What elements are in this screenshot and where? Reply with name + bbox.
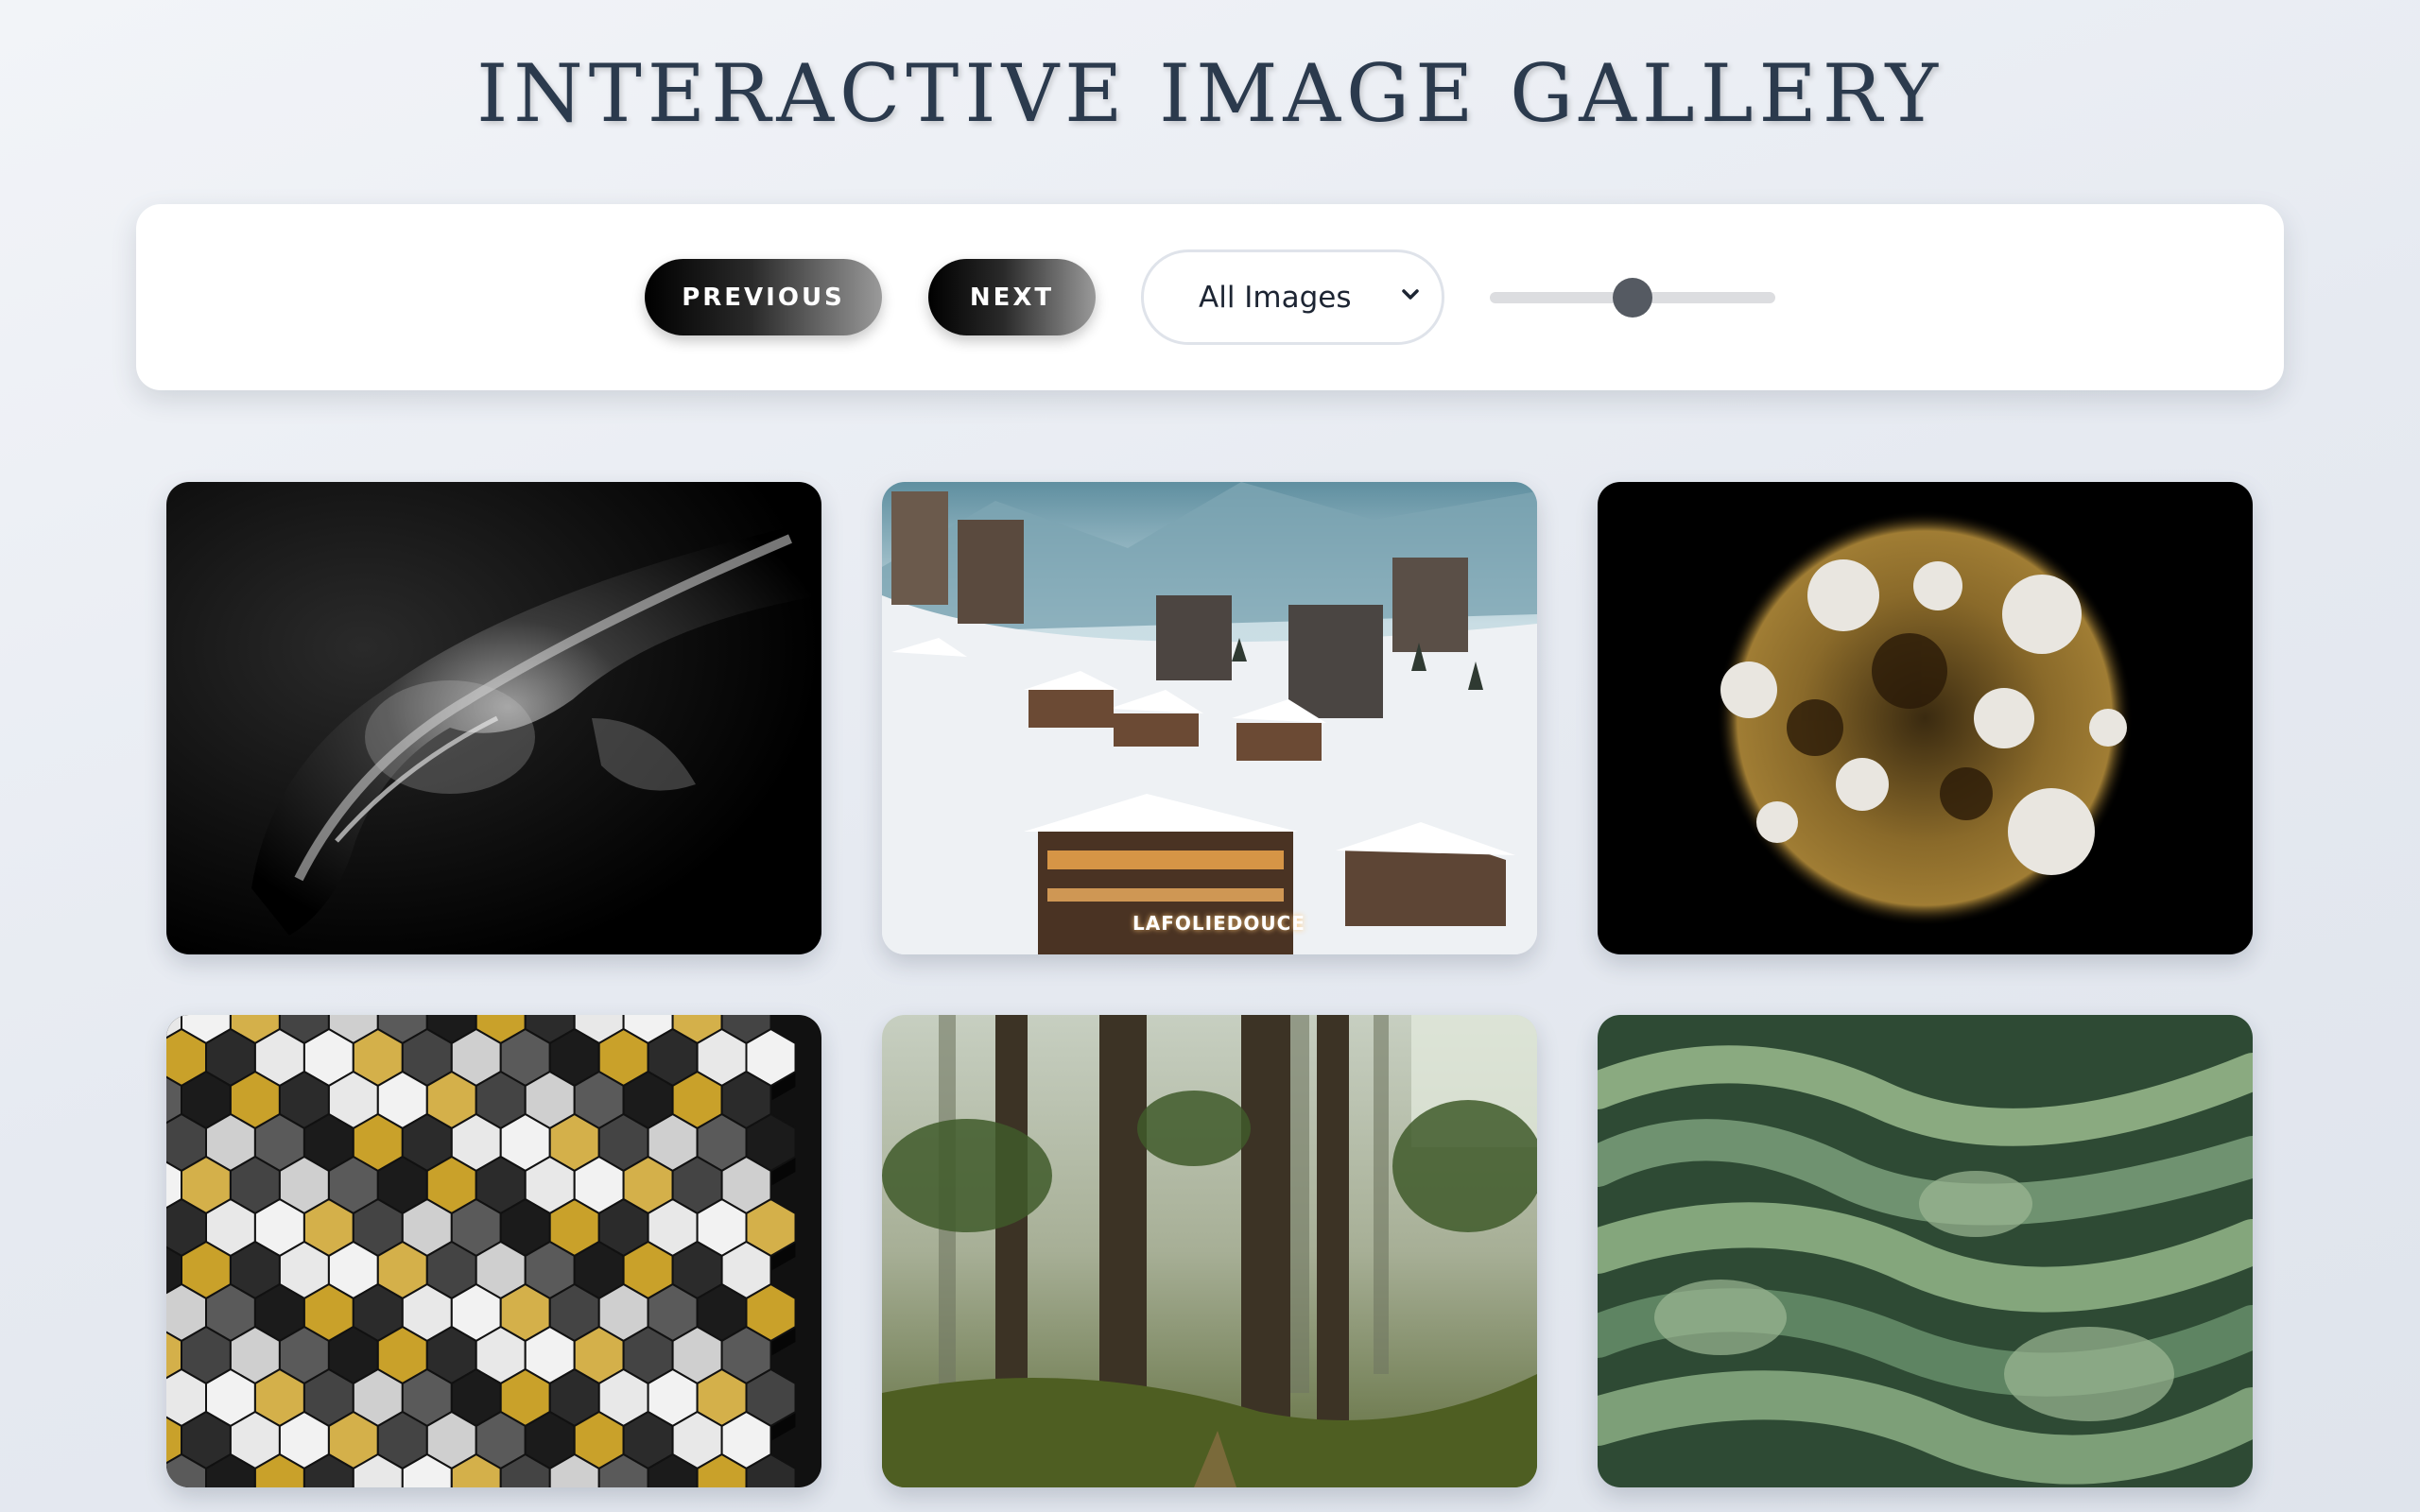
next-button[interactable]: NEXT [928, 259, 1096, 335]
redwood-forest-image [882, 1015, 1537, 1487]
slider-thumb[interactable] [1613, 278, 1652, 318]
gallery-image-ribbons[interactable] [1598, 1015, 2253, 1487]
controls-panel: PREVIOUS NEXT All Images [136, 204, 2284, 390]
size-slider[interactable] [1490, 273, 1775, 320]
category-select-value: All Images [1199, 281, 1352, 315]
gallery-image-ski-village[interactable]: LAFOLIEDOUCE [882, 482, 1537, 954]
gallery-image-earth[interactable] [166, 482, 821, 954]
category-select[interactable]: All Images [1141, 249, 1444, 345]
ski-village-sign: LAFOLIEDOUCE [1132, 912, 1305, 935]
previous-button[interactable]: PREVIOUS [645, 259, 882, 335]
earth-night-image [166, 482, 821, 954]
ski-village-image: LAFOLIEDOUCE [882, 482, 1537, 954]
page-title: INTERACTIVE IMAGE GALLERY [476, 47, 1944, 140]
gallery-image-forest[interactable] [882, 1015, 1537, 1487]
hexagon-pillars-image [166, 1015, 821, 1487]
chevron-down-icon [1402, 289, 1419, 300]
gallery-image-particle-sphere[interactable] [1598, 482, 2253, 954]
particle-sphere-image [1598, 482, 2253, 954]
green-ribbons-image [1598, 1015, 2253, 1487]
gallery-image-hexagons[interactable] [166, 1015, 821, 1487]
